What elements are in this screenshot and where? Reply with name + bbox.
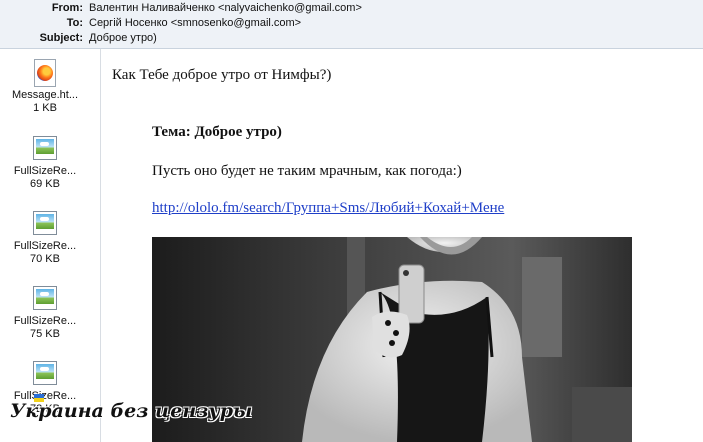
attachment-size: 70 KB	[30, 253, 60, 265]
firefox-html-icon	[33, 59, 57, 87]
email-header: From: Валентин Наливайченко <nalyvaichen…	[0, 0, 703, 49]
from-row: From: Валентин Наливайченко <nalyvaichen…	[0, 1, 703, 16]
image-file-icon	[33, 135, 57, 163]
to-value[interactable]: Сергій Носенко <smnosenko@gmail.com>	[89, 16, 301, 31]
attachment-item[interactable]: FullSizeRe... 75 KB	[0, 285, 90, 341]
attachment-size: 69 KB	[30, 178, 60, 190]
ukraine-flag-icon	[34, 394, 44, 402]
attachment-size: 1 KB	[33, 102, 57, 114]
image-file-icon	[33, 285, 57, 313]
watermark-logo: Украина без цензуры	[10, 394, 253, 422]
attachment-name: Message.ht...	[11, 89, 79, 101]
attachment-name: FullSizeRe...	[13, 165, 77, 177]
attachment-name: FullSizeRe...	[13, 315, 77, 327]
attachment-item[interactable]: FullSizeRe... 70 KB	[0, 210, 90, 266]
to-row: To: Сергій Носенко <smnosenko@gmail.com>	[0, 16, 703, 31]
subject-row: Subject: Доброе утро)	[0, 31, 703, 46]
subject-value: Доброе утро)	[89, 32, 157, 44]
to-label: To:	[66, 17, 83, 29]
attachments-pane: Message.ht... 1 KB FullSizeRe... 69 KB F…	[0, 49, 101, 442]
image-file-icon	[33, 210, 57, 238]
email-body-sentence: Пусть оно будет не таким мрачным, как по…	[152, 163, 462, 179]
attachment-size: 75 KB	[30, 328, 60, 340]
email-greeting: Как Тебе доброе утро от Нимфы?)	[112, 67, 332, 83]
from-label: From:	[51, 2, 83, 14]
attachment-name: FullSizeRe...	[13, 240, 77, 252]
watermark-text: Украина без цензуры	[10, 400, 253, 422]
image-file-icon	[33, 360, 57, 388]
attachment-item[interactable]: Message.ht... 1 KB	[0, 59, 90, 115]
email-body-subject: Тема: Доброе утро)	[152, 124, 282, 140]
subject-label: Subject:	[39, 32, 83, 44]
music-search-link[interactable]: http://ololo.fm/search/Группа+Sms/Любий+…	[152, 200, 504, 217]
from-value[interactable]: Валентин Наливайченко <nalyvaichenko@gma…	[89, 1, 362, 16]
attachment-item[interactable]: FullSizeRe... 69 KB	[0, 135, 90, 191]
